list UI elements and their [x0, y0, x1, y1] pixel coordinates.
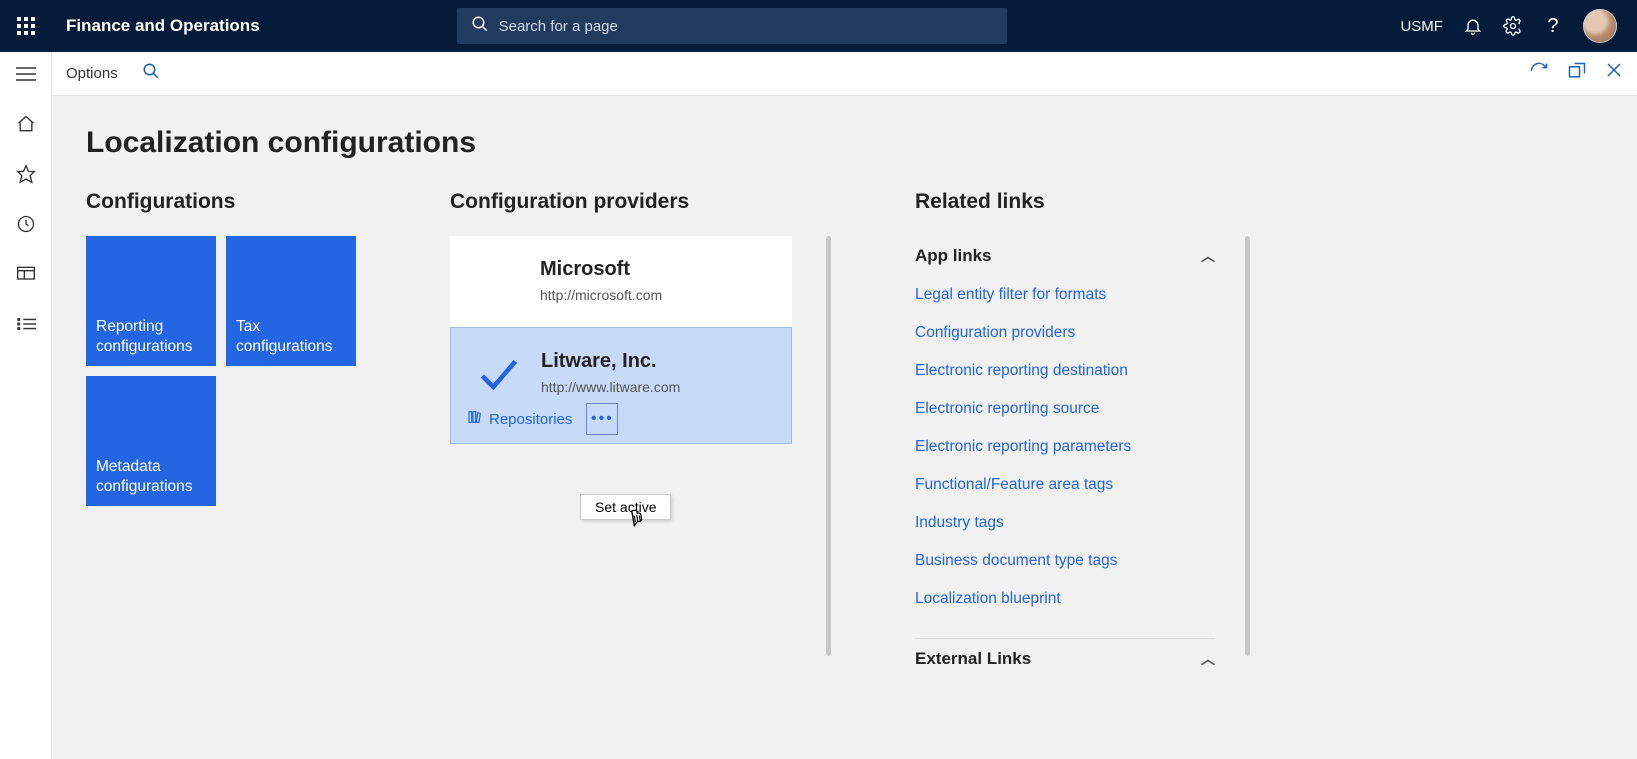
top-navbar: Finance and Operations USMF ? — [0, 0, 1637, 52]
legal-entity-label[interactable]: USMF — [1400, 18, 1443, 35]
provider-url: http://microsoft.com — [540, 287, 774, 303]
left-rail — [0, 52, 52, 759]
link-er-destination[interactable]: Electronic reporting destination — [915, 352, 1215, 390]
link-legal-entity-filter[interactable]: Legal entity filter for formats — [915, 276, 1215, 314]
app-launcher-icon[interactable] — [0, 17, 52, 35]
page-content: Localization configurations Configuratio… — [52, 96, 1637, 759]
ellipsis-icon: ••• — [591, 410, 614, 428]
bell-icon[interactable] — [1463, 16, 1483, 36]
link-localization-blueprint[interactable]: Localization blueprint — [915, 580, 1215, 618]
global-search[interactable] — [457, 8, 1007, 44]
gear-icon[interactable] — [1503, 16, 1523, 36]
related-scrollbar[interactable] — [1245, 236, 1250, 656]
more-actions-button[interactable]: ••• — [586, 403, 618, 435]
tile-tax-configurations[interactable]: Tax configurations — [226, 236, 356, 366]
star-icon[interactable] — [14, 162, 38, 186]
link-configuration-providers[interactable]: Configuration providers — [915, 314, 1215, 352]
related-links-heading: Related links — [915, 190, 1250, 214]
link-document-type-tags[interactable]: Business document type tags — [915, 542, 1215, 580]
repositories-link[interactable]: Repositories — [467, 409, 572, 429]
repositories-label: Repositories — [489, 411, 572, 428]
search-input[interactable] — [499, 18, 993, 35]
user-avatar[interactable] — [1583, 9, 1617, 43]
group-title: External Links — [915, 649, 1031, 669]
close-icon[interactable] — [1605, 61, 1623, 86]
provider-card-litware[interactable]: Litware, Inc. http://www.litware.com Rep… — [450, 327, 792, 444]
search-icon — [471, 15, 489, 38]
help-icon[interactable]: ? — [1543, 16, 1563, 36]
modules-icon[interactable] — [14, 312, 38, 336]
form-action-bar: Options — [52, 52, 1637, 96]
link-er-source[interactable]: Electronic reporting source — [915, 390, 1215, 428]
configurations-heading: Configurations — [86, 190, 366, 214]
link-industry-tags[interactable]: Industry tags — [915, 504, 1215, 542]
tile-reporting-configurations[interactable]: Reporting configurations — [86, 236, 216, 366]
books-icon — [467, 409, 483, 429]
tile-label: Tax configurations — [236, 317, 346, 356]
providers-heading: Configuration providers — [450, 190, 831, 214]
filter-icon[interactable] — [142, 62, 160, 85]
related-links-section: Related links App links ︿ Legal entity f… — [915, 190, 1250, 679]
group-title: App links — [915, 246, 992, 266]
active-check-icon — [475, 354, 519, 408]
top-right-tools: USMF ? — [1400, 9, 1637, 43]
group-external-links[interactable]: External Links ︿ — [915, 638, 1215, 679]
link-functional-tags[interactable]: Functional/Feature area tags — [915, 466, 1215, 504]
clock-icon[interactable] — [14, 212, 38, 236]
chevron-up-icon: ︿ — [1201, 246, 1215, 266]
provider-url: http://www.litware.com — [541, 379, 773, 395]
hamburger-icon[interactable] — [14, 62, 38, 86]
page-title: Localization configurations — [86, 126, 1603, 160]
popout-icon[interactable] — [1567, 61, 1587, 86]
group-app-links[interactable]: App links ︿ — [915, 236, 1215, 276]
provider-name: Microsoft — [540, 258, 774, 281]
app-title: Finance and Operations — [52, 16, 260, 36]
chevron-up-icon: ︿ — [1201, 649, 1215, 669]
tile-label: Metadata configurations — [96, 457, 206, 496]
providers-section: Configuration providers Microsoft http:/… — [450, 190, 831, 656]
link-er-parameters[interactable]: Electronic reporting parameters — [915, 428, 1215, 466]
providers-scrollbar[interactable] — [826, 236, 831, 656]
configurations-section: Configurations Reporting configurations … — [86, 190, 366, 506]
provider-card-microsoft[interactable]: Microsoft http://microsoft.com — [450, 236, 792, 327]
provider-name: Litware, Inc. — [541, 350, 773, 373]
tile-label: Reporting configurations — [96, 317, 206, 356]
workspace-icon[interactable] — [14, 262, 38, 286]
home-icon[interactable] — [14, 112, 38, 136]
tile-metadata-configurations[interactable]: Metadata configurations — [86, 376, 216, 506]
refresh-icon[interactable] — [1529, 61, 1549, 86]
options-menu[interactable]: Options — [66, 65, 118, 82]
